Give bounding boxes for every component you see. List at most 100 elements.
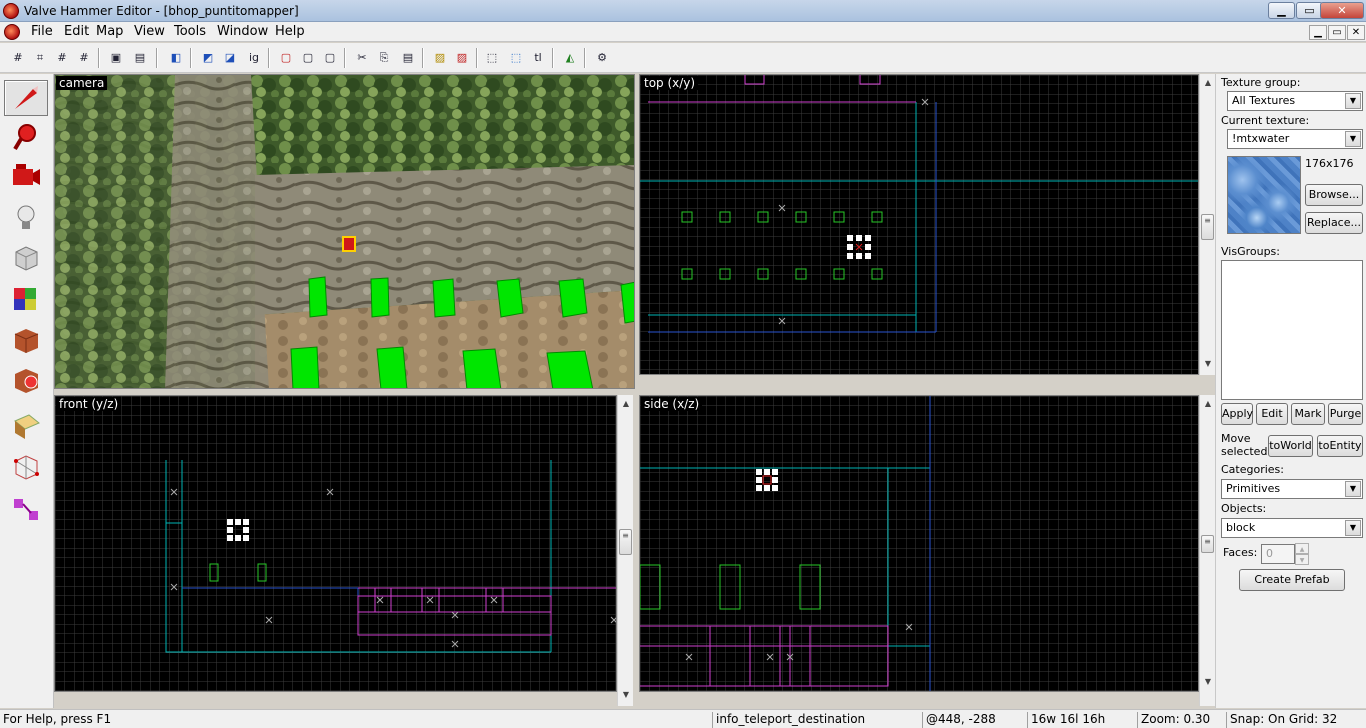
scroll-thumb[interactable]: ≡ (619, 529, 632, 555)
chevron-down-icon[interactable]: ▼ (1345, 131, 1361, 147)
faces-input[interactable]: 0 (1261, 544, 1295, 564)
front-vertical-scrollbar[interactable]: ▲ ≡ ▼ (617, 395, 633, 706)
selection-box-icon[interactable]: ⬚ (482, 48, 502, 68)
visgroup-purge-button[interactable]: Purge (1328, 403, 1363, 425)
mdi-close-button[interactable]: ✕ (1347, 25, 1365, 40)
visgroup-edit-button[interactable]: Edit (1256, 403, 1288, 425)
side-viewport[interactable]: side (x/z) ◀ ||| ▶ (639, 395, 1199, 692)
apply-current-texture-tool[interactable] (4, 322, 48, 358)
cut-icon[interactable]: ✂ (352, 48, 372, 68)
decal-tool[interactable] (4, 362, 48, 398)
camera-tool[interactable] (4, 158, 48, 194)
create-prefab-button[interactable]: Create Prefab (1239, 569, 1345, 591)
menu-help[interactable]: Help (274, 24, 306, 39)
paste-icon[interactable]: ▤ (398, 48, 418, 68)
move-selected-label-line1: Move (1221, 432, 1251, 445)
overlay-icon (14, 414, 40, 439)
grid-larger-icon[interactable]: # (74, 48, 94, 68)
side-vertical-scrollbar[interactable]: ▲ ≡ ▼ (1199, 395, 1215, 706)
to-entity-button[interactable]: toEntity (1317, 435, 1363, 457)
mdi-minimize-button[interactable]: ▁ (1309, 25, 1327, 40)
mdi-restore-button[interactable]: ▭ (1328, 25, 1346, 40)
scroll-down-arrow-icon[interactable]: ▼ (619, 688, 633, 702)
grid-smaller-icon[interactable]: # (52, 48, 72, 68)
toolbar-separator (268, 48, 270, 68)
top-viewport[interactable]: top (x/y) ◀ ||| ▶ (639, 74, 1199, 375)
menu-tools[interactable]: Tools (173, 24, 207, 39)
undo-icon[interactable]: ▢ (276, 48, 296, 68)
document-icon[interactable] (4, 24, 20, 40)
camera-viewport[interactable]: camera (54, 74, 635, 389)
redo-icon[interactable]: ▢ (298, 48, 318, 68)
scroll-thumb[interactable]: ≡ (1201, 214, 1214, 240)
overlay-tool[interactable] (4, 408, 48, 444)
ungroup-icon[interactable]: ▤ (130, 48, 150, 68)
replace-button[interactable]: Replace... (1305, 212, 1363, 234)
chevron-down-icon[interactable]: ▼ (1345, 93, 1361, 109)
menu-file[interactable]: File (30, 24, 54, 39)
ignore-group-icon[interactable]: ig (244, 48, 264, 68)
scroll-up-arrow-icon[interactable]: ▲ (619, 397, 633, 411)
block-tool[interactable] (4, 239, 48, 275)
close-button[interactable]: ✕ (1320, 2, 1364, 19)
grid-icon[interactable]: # (8, 48, 28, 68)
texture-scale-icon[interactable]: ▨ (452, 48, 472, 68)
texture-group-select[interactable]: All Textures ▼ (1227, 91, 1363, 111)
run-map-icon[interactable]: ⚙ (592, 48, 612, 68)
menu-bar: File Edit Map View Tools Window Help ▁ ▭… (0, 22, 1366, 42)
scroll-down-arrow-icon[interactable]: ▼ (1201, 675, 1215, 689)
visgroups-list[interactable] (1221, 260, 1363, 400)
camera-viewport-label: camera (56, 76, 108, 90)
select-icon[interactable]: ⬚ (506, 48, 526, 68)
toolbar-separator (98, 48, 100, 68)
toggle-group-ignore-icon[interactable]: ◩ (198, 48, 218, 68)
vertex-icon[interactable]: ◭ (560, 48, 580, 68)
scroll-down-arrow-icon[interactable]: ▼ (1201, 357, 1215, 371)
grid-toggle-icon[interactable]: ⌗ (30, 48, 50, 68)
objects-select[interactable]: block ▼ (1221, 518, 1363, 538)
front-viewport[interactable]: front (y/z) ◀ ||| ▶ (54, 395, 617, 692)
visgroup-mark-button[interactable]: Mark (1291, 403, 1325, 425)
faces-label: Faces: (1223, 546, 1258, 559)
vertex-manipulation-tool[interactable] (4, 492, 48, 528)
texture-lock-icon[interactable]: ▨ (430, 48, 450, 68)
maximize-button[interactable]: ▭ (1296, 2, 1323, 19)
menu-map[interactable]: Map (95, 24, 124, 39)
categories-select[interactable]: Primitives ▼ (1221, 479, 1363, 499)
toolbar-separator (344, 48, 346, 68)
faces-down-arrow-icon[interactable]: ▼ (1295, 554, 1309, 565)
texture-group-label: Texture group: (1221, 76, 1301, 89)
magnify-icon (13, 124, 36, 151)
hide-icon[interactable]: ◪ (220, 48, 240, 68)
menu-edit[interactable]: Edit (63, 24, 90, 39)
scroll-thumb[interactable]: ≡ (1201, 535, 1214, 553)
tie-to-entity-icon[interactable]: tl (528, 48, 548, 68)
group-icon[interactable]: ▣ (106, 48, 126, 68)
magnify-tool[interactable] (4, 119, 48, 155)
browse-button[interactable]: Browse... (1305, 184, 1363, 206)
faces-up-arrow-icon[interactable]: ▲ (1295, 543, 1309, 554)
main-toolbar: # ⌗ # # ▣ ▤ ◧ ◩ ◪ ig ▢ ▢ ▢ ✂ ⎘ ▤ ▨ ▨ ⬚ ⬚… (0, 43, 1366, 73)
chevron-down-icon[interactable]: ▼ (1345, 481, 1361, 497)
cube-icon[interactable]: ▢ (320, 48, 340, 68)
to-world-button[interactable]: toWorld (1268, 435, 1313, 457)
menu-window[interactable]: Window (216, 24, 269, 39)
selection-tool[interactable] (4, 80, 48, 116)
visgroup-apply-button[interactable]: Apply (1221, 403, 1253, 425)
texture-preview[interactable] (1227, 156, 1301, 234)
minimize-button[interactable]: ▁ (1268, 2, 1295, 19)
scroll-up-arrow-icon[interactable]: ▲ (1201, 397, 1215, 411)
top-vertical-scrollbar[interactable]: ▲ ≡ ▼ (1199, 74, 1215, 375)
texture-tool[interactable] (4, 282, 48, 318)
title-bar[interactable]: Valve Hammer Editor - [bhop_puntitomappe… (0, 0, 1366, 22)
top-horizontal-scrollbar[interactable]: ◀ ||| ▶ (640, 374, 1199, 375)
menu-view[interactable]: View (133, 24, 166, 39)
scroll-up-arrow-icon[interactable]: ▲ (1201, 76, 1215, 90)
copy-icon[interactable]: ⎘ (374, 48, 394, 68)
current-texture-select[interactable]: !mtxwater ▼ (1227, 129, 1363, 149)
entity-tool[interactable] (4, 200, 48, 236)
light-bulb-icon (17, 205, 35, 229)
clipping-tool[interactable] (4, 449, 48, 485)
carve-icon[interactable]: ◧ (166, 48, 186, 68)
chevron-down-icon[interactable]: ▼ (1345, 520, 1361, 536)
